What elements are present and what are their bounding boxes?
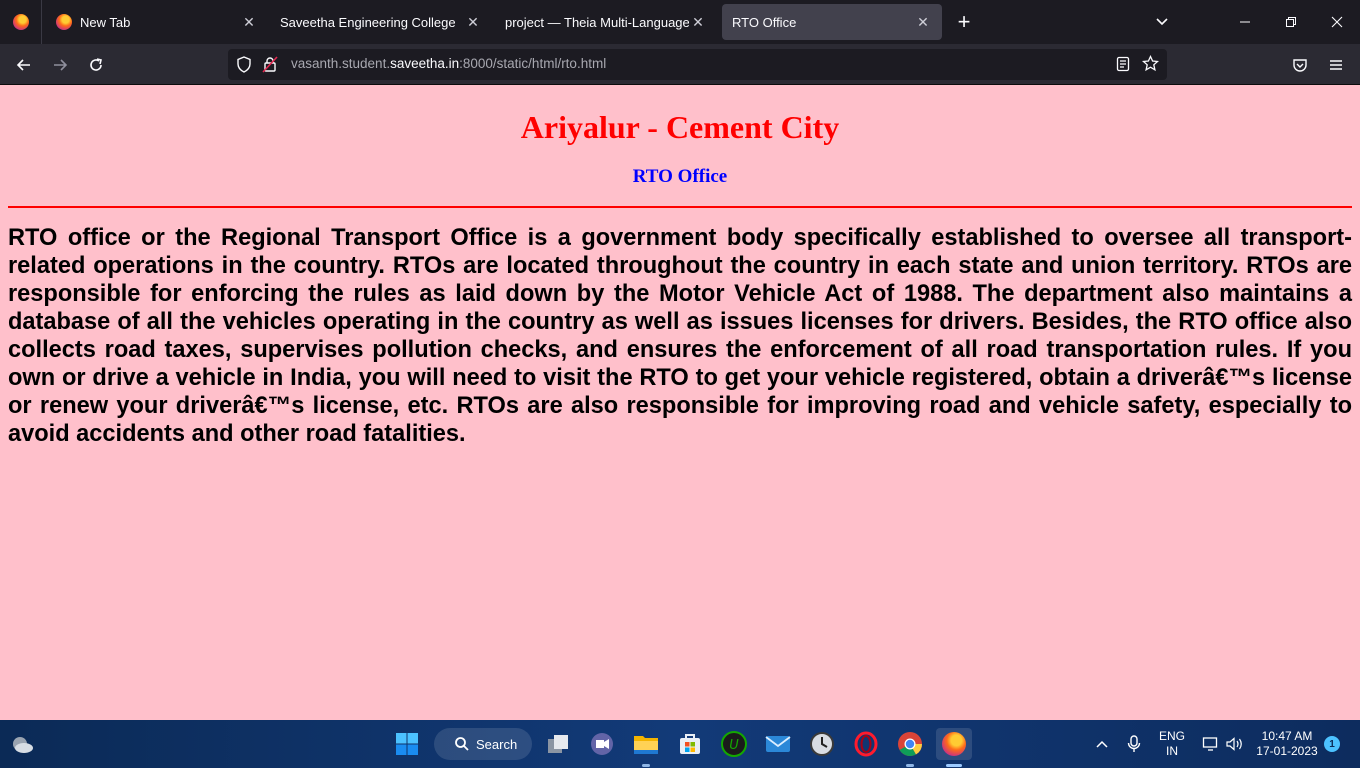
close-icon[interactable]: ✕ — [914, 13, 932, 31]
restore-button[interactable] — [1268, 0, 1314, 44]
teams-chat-icon[interactable] — [586, 728, 618, 760]
insecure-lock-icon[interactable] — [262, 56, 278, 78]
url-text[interactable]: vasanth.student.saveetha.in:8000/static/… — [291, 56, 606, 71]
pocket-icon — [1293, 59, 1307, 72]
close-icon — [1331, 16, 1343, 28]
menu-button[interactable] — [1321, 50, 1351, 80]
active-indicator — [946, 764, 962, 767]
navigation-bar: vasanth.student.saveetha.in:8000/static/… — [0, 44, 1360, 85]
notification-badge[interactable]: 1 — [1324, 736, 1340, 752]
close-window-button[interactable] — [1314, 0, 1360, 44]
taskbar-search[interactable]: Search — [434, 728, 532, 760]
close-icon[interactable]: ✕ — [240, 13, 258, 31]
page-subtitle: RTO Office — [632, 166, 728, 187]
firefox-icon — [12, 14, 29, 30]
microsoft-store-icon[interactable] — [674, 728, 706, 760]
minimize-button[interactable] — [1222, 0, 1268, 44]
tab-project[interactable]: project — Theia Multi-Language Ex ✕ — [495, 4, 717, 40]
reload-icon — [90, 58, 102, 71]
back-arrow-icon — [16, 59, 30, 71]
page-title: Ariyalur - Cement City — [520, 109, 840, 145]
tab-label: project — Theia Multi-Language Ex — [505, 14, 689, 30]
bookmark-star-icon[interactable] — [1141, 54, 1160, 77]
taskbar: Search U ENG IN 10:47 AM 17-01-2023 1 — [0, 720, 1360, 768]
page-content: Ariyalur - Cement City RTO Office RTO of… — [0, 85, 1360, 720]
firefox-icon — [56, 14, 72, 30]
windows-logo-icon — [396, 733, 418, 755]
clock-app-icon[interactable] — [806, 728, 838, 760]
upwork-icon[interactable]: U — [718, 728, 750, 760]
chevron-down-icon — [1156, 18, 1168, 26]
microphone-icon[interactable] — [1118, 728, 1150, 760]
start-button[interactable] — [391, 728, 423, 760]
opera-icon[interactable] — [850, 728, 882, 760]
network-icon — [1202, 737, 1218, 751]
task-view-icon[interactable] — [542, 728, 574, 760]
region-code: IN — [1166, 744, 1178, 758]
url-subdomain: vasanth.student. — [291, 56, 391, 71]
network-volume-tray[interactable] — [1196, 728, 1250, 760]
file-explorer-icon[interactable] — [630, 728, 662, 760]
running-indicator — [906, 764, 914, 767]
clock[interactable]: 10:47 AM 17-01-2023 — [1252, 729, 1322, 759]
url-path: :8000/static/html/rto.html — [459, 56, 607, 71]
tab-saveetha[interactable]: Saveetha Engineering College ✕ — [270, 4, 492, 40]
rto-description: RTO office or the Regional Transport Off… — [8, 225, 1352, 447]
restore-icon — [1286, 17, 1296, 27]
tab-rto-office[interactable]: RTO Office ✕ — [722, 4, 942, 40]
reload-button[interactable] — [81, 50, 111, 80]
clock-date: 17-01-2023 — [1256, 744, 1318, 758]
pocket-button[interactable] — [1285, 50, 1315, 80]
close-icon[interactable]: ✕ — [689, 13, 707, 31]
firefox-view-button[interactable] — [0, 0, 42, 44]
running-indicator — [642, 764, 650, 767]
show-hidden-icons-button[interactable] — [1086, 728, 1118, 760]
tab-label: New Tab — [80, 14, 131, 30]
mail-icon[interactable] — [762, 728, 794, 760]
reader-view-icon[interactable] — [1115, 56, 1131, 77]
forward-button[interactable] — [45, 50, 75, 80]
weather-widget-icon[interactable] — [6, 728, 38, 760]
tab-new-tab[interactable]: New Tab ✕ — [46, 4, 268, 40]
search-icon — [455, 737, 469, 751]
search-label: Search — [476, 736, 518, 752]
forward-arrow-icon — [54, 59, 68, 71]
minimize-icon — [1240, 21, 1250, 23]
chevron-up-icon — [1096, 740, 1108, 748]
address-bar[interactable]: vasanth.student.saveetha.in:8000/static/… — [228, 49, 1167, 80]
svg-text:U: U — [729, 738, 739, 753]
firefox-icon — [942, 732, 966, 756]
horizontal-rule — [8, 206, 1352, 208]
volume-icon — [1226, 737, 1242, 751]
shield-icon[interactable] — [236, 56, 252, 78]
tab-strip: New Tab ✕ Saveetha Engineering College ✕… — [0, 0, 1360, 44]
chrome-icon[interactable] — [894, 728, 926, 760]
hamburger-menu-icon — [1330, 60, 1342, 70]
url-domain: saveetha.in — [390, 56, 460, 71]
firefox-taskbar-icon[interactable] — [936, 728, 972, 760]
tab-label: Saveetha Engineering College — [280, 14, 456, 30]
list-all-tabs-button[interactable] — [1148, 8, 1176, 36]
clock-time: 10:47 AM — [1261, 729, 1313, 743]
close-icon[interactable]: ✕ — [464, 13, 482, 31]
new-tab-button[interactable]: + — [950, 8, 978, 36]
tab-label: RTO Office — [732, 14, 797, 30]
language-code: ENG — [1158, 729, 1185, 743]
language-indicator[interactable]: ENG IN — [1152, 729, 1192, 759]
back-button[interactable] — [9, 50, 39, 80]
